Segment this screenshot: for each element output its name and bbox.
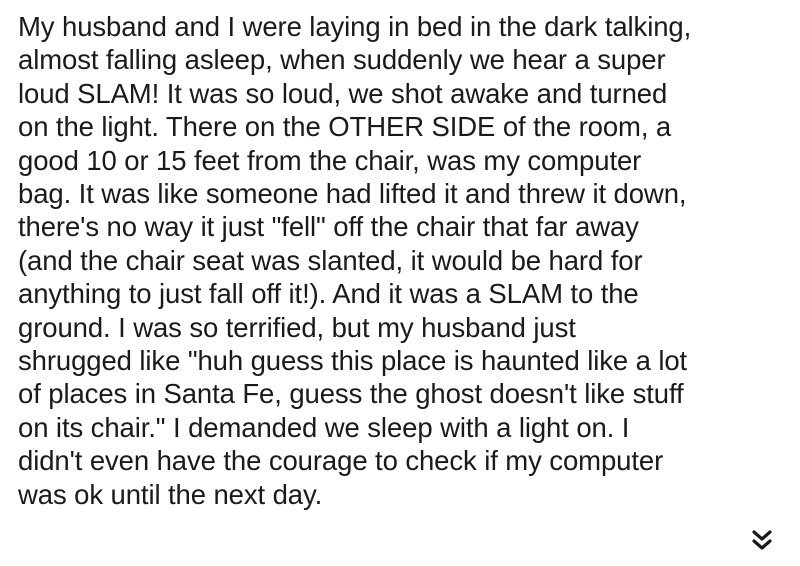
expand-button[interactable] [740,520,784,560]
post-text-line: was ok until the next day. [18,478,323,510]
post-text-line: anything to just fall off it!). And it w… [18,278,639,310]
post-text-line: ground. I was so terrified, but my husba… [18,311,576,343]
post-text-line: good 10 or 15 feet from the chair, was m… [18,144,642,176]
post-text-line: on the light. There on the OTHER SIDE of… [18,111,672,143]
post-body: My husband and I were laying in bed in t… [18,10,788,511]
post-text-line: there's no way it just "fell" off the ch… [18,211,639,243]
post-text-line: My husband and I were laying in bed in t… [18,11,692,42]
post-text-line: loud SLAM! It was so loud, we shot awake… [18,77,668,109]
post-text-line: shrugged like "huh guess this place is h… [18,345,688,377]
post-text-line: (and the chair seat was slanted, it woul… [18,244,643,276]
post-text-line: bag. It was like someone had lifted it a… [18,178,687,210]
post-text-line: on its chair." I demanded we sleep with … [18,411,630,443]
post-text-line: of places in Santa Fe, guess the ghost d… [18,378,684,410]
double-chevron-down-icon [752,530,772,550]
post-text-line: didn't even have the courage to check if… [18,445,664,477]
post-text-line: almost falling asleep, when suddenly we … [18,44,666,76]
